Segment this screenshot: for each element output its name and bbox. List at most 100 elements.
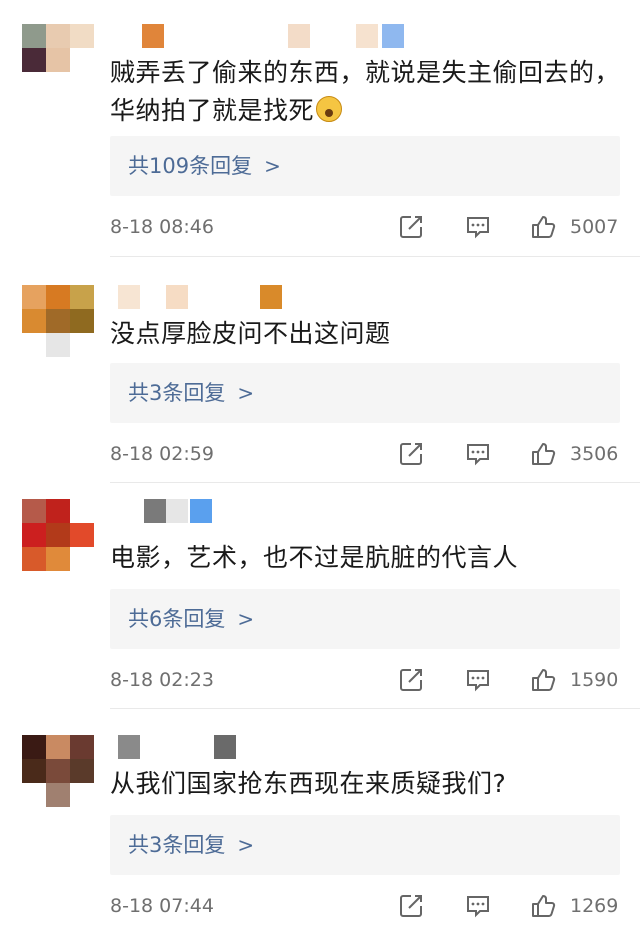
avatar-pixel (46, 499, 70, 523)
comment-icon[interactable] (465, 893, 491, 919)
comment-icon[interactable] (465, 214, 491, 240)
replies-label: 共3条回复 (128, 833, 226, 857)
replies-label: 共109条回复 (128, 154, 253, 178)
username-mosaic-block (288, 24, 310, 48)
avatar-pixel (70, 72, 94, 96)
avatar-pixel (22, 783, 46, 807)
share-icon[interactable] (398, 441, 424, 467)
like-count: 1590 (570, 669, 619, 691)
replies-label: 共3条回复 (128, 381, 226, 405)
avatar-pixel (46, 759, 70, 783)
avatar-pixel (22, 499, 46, 523)
like-icon[interactable] (530, 441, 556, 467)
like-icon[interactable] (530, 214, 556, 240)
chevron-right-icon: > (237, 607, 255, 631)
comment-text-content: 贼弄丢了偷来的东西，就说是失主偷回去的，华纳拍了就是找死 (110, 58, 621, 125)
like-icon[interactable] (530, 893, 556, 919)
avatar-pixel (46, 735, 70, 759)
like-count: 3506 (570, 443, 619, 465)
avatar[interactable] (22, 735, 96, 809)
like-count: 1269 (570, 895, 619, 917)
avatar-pixel (22, 24, 46, 48)
timestamp: 8-18 02:59 (110, 443, 214, 465)
avatar-pixel (70, 735, 94, 759)
avatar-pixel (46, 72, 70, 96)
username-mosaic-block (166, 285, 188, 309)
replies-button[interactable]: 共6条回复 > (110, 589, 620, 649)
username[interactable] (110, 735, 530, 761)
comment-icon[interactable] (465, 667, 491, 693)
avatar[interactable] (22, 24, 96, 98)
timestamp: 8-18 07:44 (110, 895, 214, 917)
avatar-pixel (46, 309, 70, 333)
avatar-pixel (70, 24, 94, 48)
avatar-pixel (22, 759, 46, 783)
comment-icon[interactable] (465, 441, 491, 467)
chevron-right-icon: > (237, 381, 255, 405)
avatar-pixel (70, 547, 94, 571)
avatar-pixel (46, 48, 70, 72)
comment-text-content: 没点厚脸皮问不出这问题 (110, 319, 391, 348)
username-mosaic-block (382, 24, 404, 48)
username-mosaic-block (142, 24, 164, 48)
avatar-pixel (70, 759, 94, 783)
replies-label: 共6条回复 (128, 607, 226, 631)
like-icon[interactable] (530, 667, 556, 693)
share-icon[interactable] (398, 893, 424, 919)
avatar-pixel (22, 285, 46, 309)
avatar-pixel (70, 783, 94, 807)
avatar[interactable] (22, 499, 96, 573)
share-icon[interactable] (398, 214, 424, 240)
username[interactable] (110, 285, 530, 311)
username-mosaic-block (118, 735, 140, 759)
comment-text: 电影，艺术，也不过是肮脏的代言人 (110, 539, 620, 577)
comment-text: 没点厚脸皮问不出这问题 (110, 315, 620, 353)
username[interactable] (110, 24, 530, 50)
share-icon[interactable] (398, 667, 424, 693)
timestamp: 8-18 08:46 (110, 216, 214, 238)
avatar-pixel (22, 735, 46, 759)
divider (110, 256, 640, 257)
like-count: 5007 (570, 216, 619, 238)
comment-text-content: 电影，艺术，也不过是肮脏的代言人 (110, 543, 519, 572)
avatar-pixel (22, 309, 46, 333)
avatar-pixel (70, 48, 94, 72)
comment-text: 从我们国家抢东西现在来质疑我们? (110, 765, 620, 803)
avatar-pixel (70, 309, 94, 333)
username-mosaic-block (144, 499, 166, 523)
username-mosaic-block (260, 285, 282, 309)
avatar-pixel (46, 547, 70, 571)
replies-button[interactable]: 共3条回复 > (110, 815, 620, 875)
username[interactable] (110, 499, 530, 525)
username-mosaic-block (168, 735, 190, 759)
comment-meta: 8-18 02:59 3506 (110, 439, 620, 469)
chevron-right-icon: > (264, 154, 281, 178)
avatar-pixel (22, 333, 46, 357)
avatar-pixel (70, 523, 94, 547)
username-mosaic-block (166, 499, 188, 523)
avatar-pixel (46, 783, 70, 807)
comment-meta: 8-18 02:23 1590 (110, 665, 620, 695)
username-mosaic-block (214, 735, 236, 759)
username-mosaic-block (190, 499, 212, 523)
avatar-pixel (22, 72, 46, 96)
comment-text-content: 从我们国家抢东西现在来质疑我们? (110, 769, 507, 798)
username-mosaic-block (118, 285, 140, 309)
replies-button[interactable]: 共109条回复 > (110, 136, 620, 196)
avatar-pixel (46, 333, 70, 357)
avatar[interactable] (22, 285, 96, 359)
avatar-pixel (46, 523, 70, 547)
avatar-pixel (70, 333, 94, 357)
comment-text: 贼弄丢了偷来的东西，就说是失主偷回去的，华纳拍了就是找死 (110, 54, 620, 130)
avatar-pixel (22, 48, 46, 72)
avatar-pixel (22, 523, 46, 547)
avatar-pixel (70, 285, 94, 309)
avatar-pixel (70, 499, 94, 523)
timestamp: 8-18 02:23 (110, 669, 214, 691)
username-mosaic-block (356, 24, 378, 48)
avatar-pixel (22, 547, 46, 571)
avatar-pixel (46, 24, 70, 48)
divider (110, 482, 640, 483)
replies-button[interactable]: 共3条回复 > (110, 363, 620, 423)
comment-meta: 8-18 08:46 5007 (110, 212, 620, 242)
